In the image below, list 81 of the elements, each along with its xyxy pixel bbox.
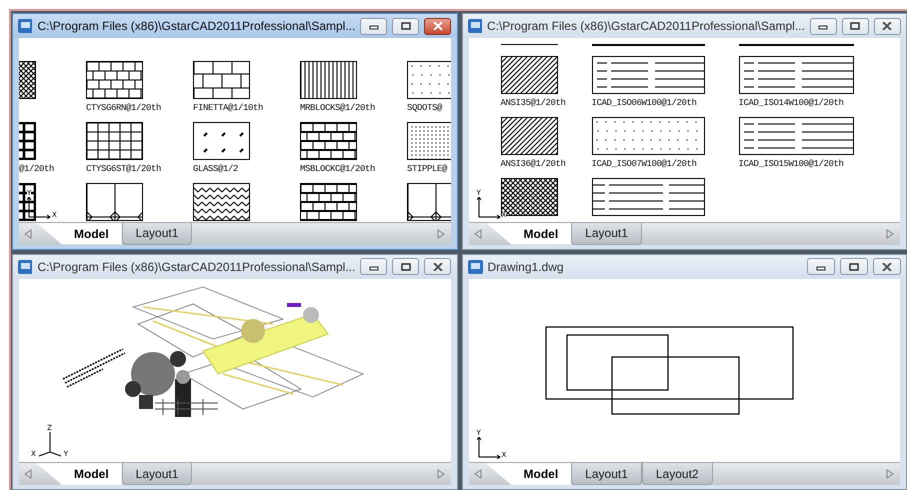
layout-tab[interactable]: Layout1 [571,463,642,485]
hatch-pattern-label: @1/20th [19,163,54,175]
restore-button[interactable] [392,258,420,275]
hatch-pattern-label: MRBLOCKS@1/20th [300,102,376,114]
scroll-right-icon[interactable] [886,228,894,238]
window-title: C:\Program Files (x86)\GstarCAD2011Professional\Sampl... [37,258,356,276]
app-icon [18,19,32,33]
title-bar[interactable]: C:\Program Files (x86)\GstarCAD2011Professional\Sampl... [462,14,906,38]
restore-button[interactable] [392,18,420,34]
scroll-right-icon[interactable] [436,228,444,238]
app-icon [468,260,482,274]
hatch-pattern-drawing [300,122,357,160]
title-bar[interactable]: C:\Program Files (x86)\GstarCAD2011Professional\Sampl... [13,14,456,38]
hatch-pattern-drawing [500,117,558,155]
window-title: Drawing1.dwg [488,258,565,276]
hatch-pattern-drawing [407,122,450,160]
ucs-axes-icon [476,196,500,218]
layout-tab[interactable]: Layout1 [122,463,192,485]
close-button[interactable] [424,18,452,34]
scroll-left-icon[interactable] [474,469,482,479]
hatch-pattern-drawing [193,183,250,221]
hatch-pattern-label: GLASS@1/2 [193,163,238,175]
hatch-pattern-drawing [500,56,558,94]
hatch-pattern-label: FINETTA@1/10th [193,102,264,114]
layout-tab[interactable]: Model [486,222,572,244]
hatch-pattern-drawing [407,183,450,221]
hatch-pattern-label: ANSI35@1/20th [500,97,566,109]
scroll-right-icon[interactable] [886,469,894,479]
hatch-pattern-drawing [407,61,450,99]
minimize-button[interactable] [360,18,388,34]
hatch-pattern-label: ICAD_ISO07W100@1/20th [592,158,697,170]
minimize-button[interactable] [807,258,835,275]
close-icon [882,262,892,270]
ucs-axes-icon [27,196,51,218]
hatch-pattern-label: CTYSG6ST@1/20th [86,163,162,175]
ucs-axes-icon [36,432,63,458]
hatch-pattern-label: SQDOTS@ [407,102,442,114]
hatch-pattern-label: ICAD_ISO06W100@1/20th [592,97,697,109]
app-icon [18,260,32,274]
scroll-left-icon[interactable] [24,469,32,479]
restore-icon [400,262,411,270]
close-icon [432,262,443,270]
scroll-right-icon[interactable] [436,469,444,479]
ucs-axes-icon [476,437,500,459]
layout-tab[interactable]: Model [486,463,572,485]
hatch-pattern-label: CTYSG6RN@1/20th [86,102,162,114]
restore-button[interactable] [842,18,869,34]
close-button[interactable] [424,258,452,275]
layout-tab[interactable]: Layout1 [571,222,642,244]
layout-tab[interactable]: Model [36,463,122,485]
hatch-pattern-drawing [300,61,357,99]
restore-icon [850,22,860,30]
layout-tab[interactable]: Model [36,222,122,244]
restore-icon [400,22,411,30]
minimize-button[interactable] [360,258,388,275]
hatch-pattern-drawing [86,61,143,99]
close-button[interactable] [874,18,901,34]
hatch-pattern-drawing [193,122,250,160]
window-title: C:\Program Files (x86)\GstarCAD2011Professional\Sampl... [486,18,805,35]
layout-tab[interactable]: Layout2 [642,463,713,485]
minimize-button[interactable] [810,18,837,34]
close-icon [882,22,892,30]
hatch-pattern-label: ICAD_ISO14W100@1/20th [738,97,844,109]
close-icon [432,22,443,30]
scroll-left-icon[interactable] [24,228,32,238]
close-button[interactable] [873,258,901,275]
hatch-pattern-label: STIPPLE@ [407,163,448,175]
hatch-pattern-label: ICAD_ISO15W100@1/20th [738,158,844,170]
layout-tab[interactable]: Layout1 [122,222,192,244]
restore-icon [849,262,859,270]
restore-button[interactable] [840,258,868,275]
scroll-left-icon[interactable] [474,228,482,238]
hatch-pattern-label: ANSI36@1/20th [500,158,566,170]
hatch-pattern-drawing [500,178,558,216]
window-title: C:\Program Files (x86)\GstarCAD2011Professional\Sampl... [37,18,356,35]
hatch-pattern-drawing [300,183,357,221]
hatch-pattern-drawing [86,183,143,221]
hatch-pattern-drawing [193,61,250,99]
app-icon [468,19,482,33]
hatch-pattern-drawing [86,122,143,160]
hatch-pattern-label: MSBLOCKC@1/20th [300,163,376,175]
